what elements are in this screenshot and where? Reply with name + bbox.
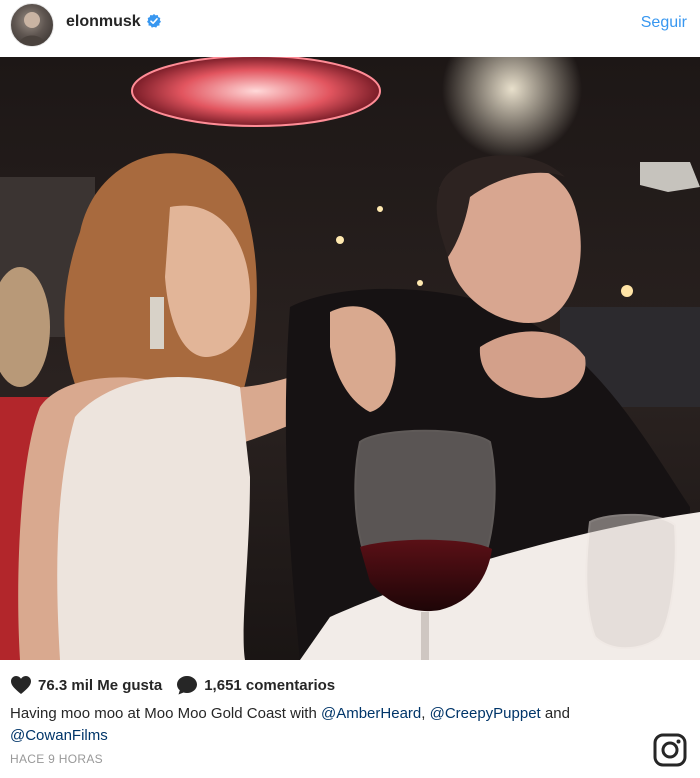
follow-button[interactable]: Seguir xyxy=(641,14,687,32)
mention-amberheard[interactable]: @AmberHeard xyxy=(321,705,421,722)
post-caption: Having moo moo at Moo Moo Gold Coast wit… xyxy=(10,703,650,747)
instagram-logo-icon[interactable] xyxy=(653,733,687,767)
comments-count[interactable]: 1,651 comentarios xyxy=(204,677,335,694)
mention-cowanfilms[interactable]: @CowanFilms xyxy=(10,727,108,744)
avatar[interactable] xyxy=(10,3,54,47)
verified-badge-icon xyxy=(147,14,161,28)
post-timestamp: HACE 9 HORAS xyxy=(10,752,103,766)
username[interactable]: elonmusk xyxy=(66,13,141,31)
post-photo-illustration xyxy=(0,57,700,660)
caption-separator: , xyxy=(421,705,430,722)
caption-text: and xyxy=(540,705,570,722)
post-header: elonmusk Seguir xyxy=(0,0,700,56)
post-photo[interactable] xyxy=(0,57,700,660)
likes-count[interactable]: 76.3 mil Me gusta xyxy=(38,677,162,694)
caption-text: Having moo moo at Moo Moo Gold Coast wit… xyxy=(10,705,321,722)
comment-bubble-icon[interactable] xyxy=(176,675,198,695)
mention-creepypuppet[interactable]: @CreepyPuppet xyxy=(430,705,541,722)
heart-icon[interactable] xyxy=(10,675,32,695)
post-actions: 76.3 mil Me gusta 1,651 comentarios xyxy=(10,675,335,695)
